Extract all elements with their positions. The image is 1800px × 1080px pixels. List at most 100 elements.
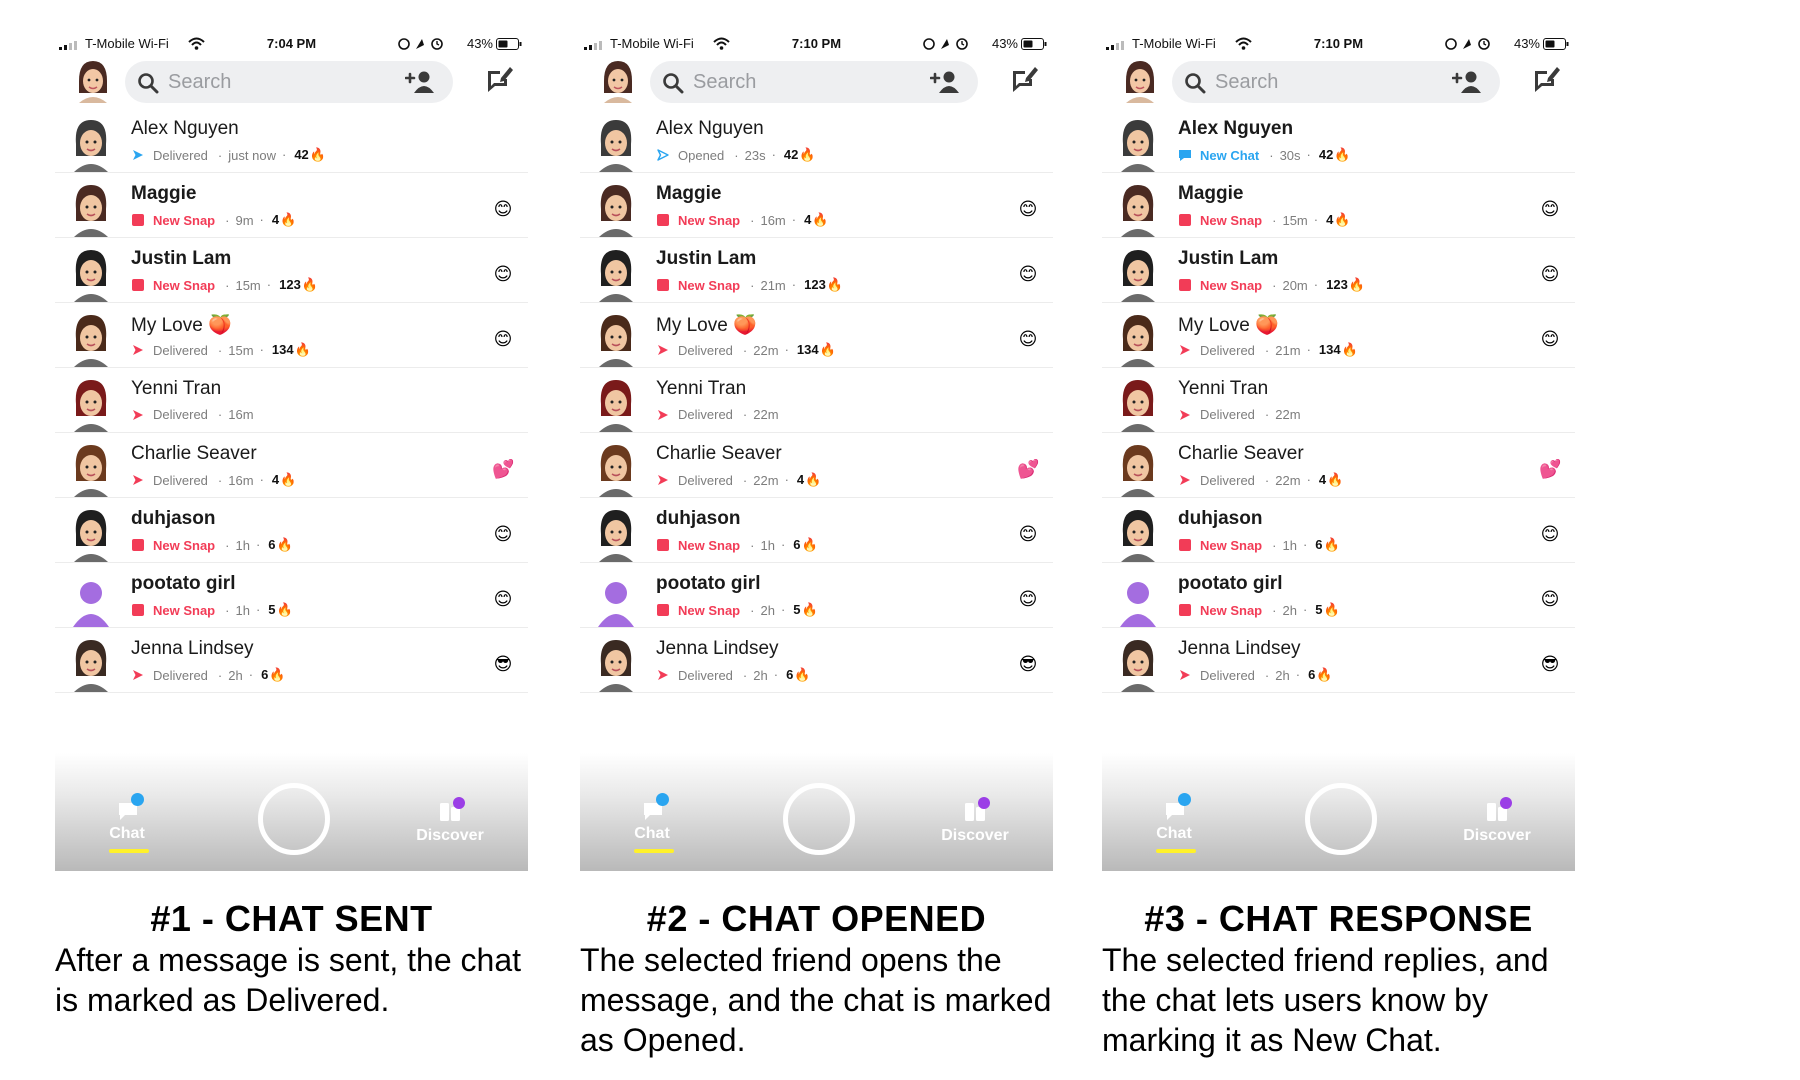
status-text: Delivered xyxy=(1200,342,1255,358)
friend-row[interactable]: pootato girl New Snap · 1h · 5🔥 😊 xyxy=(55,562,528,628)
timestamp: 15m xyxy=(228,342,254,358)
separator: · xyxy=(225,277,230,293)
friend-row[interactable]: duhjason New Snap · 1h · 6🔥 😊 xyxy=(55,497,528,563)
timestamp: 22m xyxy=(753,472,779,488)
streak-count: 5 xyxy=(793,602,801,617)
streak: · 4🔥 xyxy=(259,212,297,227)
step-description: The selected friend opens the message, a… xyxy=(580,942,1052,1058)
friend-row[interactable]: pootato girl New Snap · 2h · 5🔥 😊 xyxy=(580,562,1053,628)
discover-tab[interactable]: Discover xyxy=(930,791,1020,861)
friend-name: Justin Lam xyxy=(131,248,232,269)
profile-avatar[interactable] xyxy=(1120,59,1160,103)
status-text: Delivered xyxy=(1200,472,1255,488)
new-chat-icon[interactable] xyxy=(1531,64,1561,94)
step-title: #2 - CHAT OPENED xyxy=(646,898,987,939)
friend-row[interactable]: My Love 🍑 Delivered · 15m · 134🔥 😊 xyxy=(55,302,528,368)
bitmoji-avatar xyxy=(1121,640,1155,692)
friend-name: My Love 🍑 xyxy=(1178,315,1279,336)
friend-row[interactable]: Maggie New Snap · 16m · 4🔥 😊 xyxy=(580,172,1053,238)
friend-row[interactable]: Yenni Tran Delivered · 22m ·🔥 xyxy=(1102,367,1575,433)
friend-emoji: 😊 xyxy=(1018,329,1038,349)
friend-emoji: 😊 xyxy=(1018,589,1038,609)
chat-status-line: New Snap · 15m · 123🔥 xyxy=(131,277,318,293)
new-chat-icon[interactable] xyxy=(1009,64,1039,94)
friend-row[interactable]: Yenni Tran Delivered · 16m ·🔥 xyxy=(55,367,528,433)
chat-status-line: Delivered · 22m · 4🔥 xyxy=(656,472,821,488)
friend-row[interactable]: Charlie Seaver Delivered · 16m · 4🔥 💕 xyxy=(55,432,528,498)
friend-row[interactable]: Jenna Lindsey Delivered · 2h · 6🔥 😎 xyxy=(580,627,1053,693)
friend-row[interactable]: Maggie New Snap · 9m · 4🔥 😊 xyxy=(55,172,528,238)
snap-square-icon xyxy=(1179,214,1191,226)
friend-row[interactable]: Justin Lam New Snap · 15m · 123🔥 😊 xyxy=(55,237,528,303)
active-tab-indicator xyxy=(634,849,674,853)
chat-tab[interactable]: Chat xyxy=(1144,789,1204,859)
streak-count: 4 xyxy=(796,472,805,487)
timestamp: 30s xyxy=(1279,147,1301,163)
streak: · 5🔥 xyxy=(255,602,293,617)
friend-emoji xyxy=(1539,393,1561,415)
chat-tab[interactable]: Chat xyxy=(622,789,682,859)
status-icons xyxy=(923,38,968,50)
chat-status-line: Delivered · 16m · 4🔥 xyxy=(131,472,296,488)
friend-row[interactable]: My Love 🍑 Delivered · 22m · 134🔥 😊 xyxy=(580,302,1053,368)
friend-row[interactable]: Charlie Seaver Delivered · 22m · 4🔥 💕 xyxy=(1102,432,1575,498)
add-friend-icon[interactable] xyxy=(405,70,435,94)
separator: · xyxy=(217,472,223,488)
capture-button[interactable] xyxy=(1305,783,1377,855)
friend-emoji xyxy=(1539,133,1561,155)
fire-icon: 🔥 xyxy=(294,342,311,357)
profile-avatar[interactable] xyxy=(73,59,113,103)
timestamp: 1h xyxy=(235,537,250,553)
friend-row[interactable]: Charlie Seaver Delivered · 22m · 4🔥 💕 xyxy=(580,432,1053,498)
phone-screen: T-Mobile Wi-Fi 7:04 PM 43% Search Alex N… xyxy=(55,31,528,871)
bitmoji-avatar xyxy=(599,315,633,367)
friend-row[interactable]: Jenna Lindsey Delivered · 2h · 6🔥 😎 xyxy=(55,627,528,693)
streak: · 6🔥 xyxy=(248,667,286,682)
chat-status-line: Delivered · 22m ·🔥 xyxy=(656,407,779,422)
friend-row[interactable]: Alex Nguyen New Chat · 30s · 42🔥 xyxy=(1102,107,1575,173)
friend-row[interactable]: duhjason New Snap · 1h · 6🔥 😊 xyxy=(1102,497,1575,563)
friend-row[interactable]: Justin Lam New Snap · 20m · 123🔥 😊 xyxy=(1102,237,1575,303)
streak-count: 4 xyxy=(804,212,812,227)
streak-count: 4 xyxy=(1326,212,1334,227)
fire-icon: 🔥 xyxy=(1341,342,1358,357)
search-bar[interactable]: Search xyxy=(125,61,453,103)
fire-icon: 🔥 xyxy=(1348,277,1365,292)
add-friend-icon[interactable] xyxy=(1452,70,1482,94)
streak: · 123🔥 xyxy=(791,277,843,292)
friend-name: Jenna Lindsey xyxy=(656,638,779,659)
search-bar[interactable]: Search xyxy=(1172,61,1500,103)
friend-row[interactable]: Alex Nguyen Opened · 23s · 42🔥 xyxy=(580,107,1053,173)
friend-row[interactable]: Alex Nguyen Delivered · just now · 42🔥 xyxy=(55,107,528,173)
separator: · xyxy=(742,342,748,358)
timestamp: 9m xyxy=(235,212,254,228)
timestamp: 1h xyxy=(1282,537,1297,553)
capture-button[interactable] xyxy=(783,783,855,855)
search-bar[interactable]: Search xyxy=(650,61,978,103)
friend-row[interactable]: Justin Lam New Snap · 21m · 123🔥 😊 xyxy=(580,237,1053,303)
discover-tab[interactable]: Discover xyxy=(405,791,495,861)
friend-emoji: 😊 xyxy=(493,264,513,284)
chat-status-line: New Snap · 1h · 6🔥 xyxy=(131,537,293,553)
separator: · xyxy=(742,407,748,422)
profile-avatar[interactable] xyxy=(598,59,638,103)
add-friend-icon[interactable] xyxy=(930,70,960,94)
status-text: New Snap xyxy=(678,212,741,228)
friend-row[interactable]: duhjason New Snap · 1h · 6🔥 😊 xyxy=(580,497,1053,563)
new-chat-icon[interactable] xyxy=(484,64,514,94)
friend-row[interactable]: pootato girl New Snap · 2h · 5🔥 😊 xyxy=(1102,562,1575,628)
timestamp: 2h xyxy=(228,667,243,683)
capture-button[interactable] xyxy=(258,783,330,855)
friend-row[interactable]: Maggie New Snap · 15m · 4🔥 😊 xyxy=(1102,172,1575,238)
status-icons xyxy=(1445,38,1490,50)
chat-tab[interactable]: Chat xyxy=(97,789,157,859)
friend-name: Maggie xyxy=(131,183,197,204)
discover-tab[interactable]: Discover xyxy=(1452,791,1542,861)
streak: · 42🔥 xyxy=(281,147,326,162)
friend-row[interactable]: Yenni Tran Delivered · 22m ·🔥 xyxy=(580,367,1053,433)
friend-row[interactable]: My Love 🍑 Delivered · 21m · 134🔥 😊 xyxy=(1102,302,1575,368)
chat-status-line: New Snap · 16m · 4🔥 xyxy=(656,212,829,228)
fire-icon: 🔥 xyxy=(280,212,297,227)
friend-row[interactable]: Jenna Lindsey Delivered · 2h · 6🔥 😎 xyxy=(1102,627,1575,693)
snap-square-icon xyxy=(132,604,144,616)
